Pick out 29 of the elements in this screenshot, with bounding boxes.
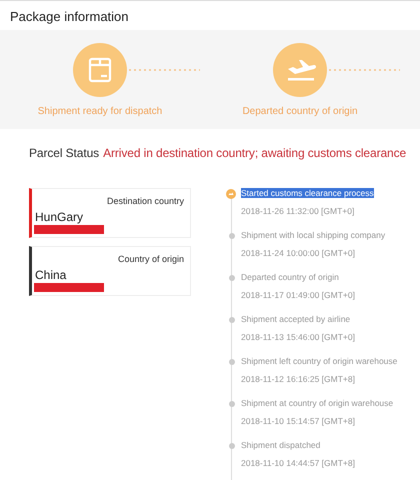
event-time: 2018-11-10 14:44:57 [GMT+8] — [241, 458, 356, 468]
event-title: Shipment left country of origin warehouse — [241, 356, 398, 366]
event-time: 2018-11-12 16:16:25 [GMT+8] — [241, 374, 356, 384]
step-circle-icon — [73, 43, 127, 97]
country-caption: Country of origin — [118, 253, 185, 264]
event-time: 2018-11-24 10:00:00 [GMT+0] — [241, 248, 356, 258]
event-title: Started customs clearance process — [241, 188, 374, 198]
step-circle-icon — [273, 43, 327, 97]
section-title: Package information — [10, 9, 129, 24]
status-value: Arrived in destination country; awaiting customs clearance — [103, 146, 406, 160]
event-title: Departed country of origin — [241, 272, 339, 282]
event-title: Shipment accepted by airline — [241, 314, 350, 324]
step-label: Departed country of origin — [241, 106, 359, 117]
status-label: Parcel Status — [29, 146, 100, 160]
event-time: 2018-11-26 11:32:00 [GMT+0] — [241, 206, 356, 216]
event-title: Shipment dispatched — [241, 440, 320, 450]
country-name: China — [34, 267, 68, 282]
step-label: Shipment ready for dispatch — [36, 106, 164, 117]
event-time: 2018-11-10 15:14:57 [GMT+8] — [241, 416, 356, 426]
country-name: HunGary — [34, 209, 84, 224]
country-caption: Destination country — [106, 195, 185, 206]
event-time: 2018-11-17 01:49:00 [GMT+0] — [241, 290, 356, 300]
redaction-bar — [34, 283, 104, 292]
event-title: Shipment with local shipping company — [241, 230, 386, 240]
event-time: 2018-11-13 15:46:00 [GMT+0] — [241, 332, 356, 342]
redaction-bar — [34, 225, 104, 234]
dotted-connector — [129, 69, 200, 71]
dotted-connector — [329, 69, 400, 71]
event-title: Shipment at country of origin warehouse — [241, 398, 394, 408]
